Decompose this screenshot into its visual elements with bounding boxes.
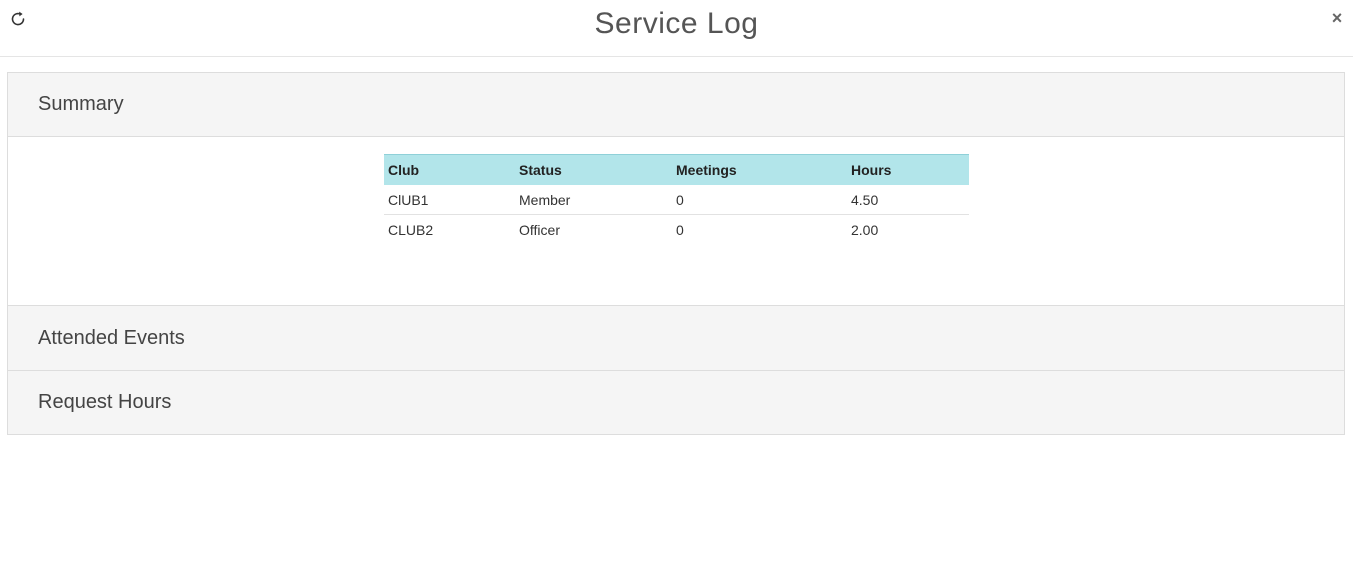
summary-panel-body: Club Status Meetings Hours ClUB1 Member …	[8, 137, 1344, 306]
column-header-club: Club	[384, 154, 515, 185]
page-title: Service Log	[594, 7, 759, 40]
table-header-row: Club Status Meetings Hours	[384, 154, 969, 185]
cell-club: ClUB1	[384, 185, 515, 215]
cell-meetings: 0	[676, 221, 684, 238]
cell-hours: 2.00	[851, 221, 879, 238]
table-row: ClUB1 Member 0 4.50	[384, 185, 969, 215]
request-hours-panel-header[interactable]: Request Hours	[8, 370, 1344, 434]
cell-status: Officer	[519, 221, 560, 238]
summary-table: Club Status Meetings Hours ClUB1 Member …	[384, 154, 969, 244]
cell-status: Member	[515, 185, 672, 215]
column-header-status: Status	[515, 154, 672, 185]
modal-header: Service Log ×	[0, 0, 1353, 57]
close-icon[interactable]: ×	[1329, 9, 1345, 27]
attended-events-panel-header[interactable]: Attended Events	[8, 306, 1344, 370]
table-row: CLUB2 Officer 0 2.00	[384, 215, 969, 245]
column-header-hours: Hours	[847, 154, 969, 185]
accordion: Summary Club Status Meetings Hours ClUB1…	[7, 72, 1345, 435]
cell-hours: 4.50	[847, 185, 969, 215]
column-header-meetings: Meetings	[672, 154, 847, 185]
summary-panel-header[interactable]: Summary	[8, 73, 1344, 137]
cell-club: CLUB2	[388, 221, 434, 238]
cell-meetings: 0	[672, 185, 847, 215]
